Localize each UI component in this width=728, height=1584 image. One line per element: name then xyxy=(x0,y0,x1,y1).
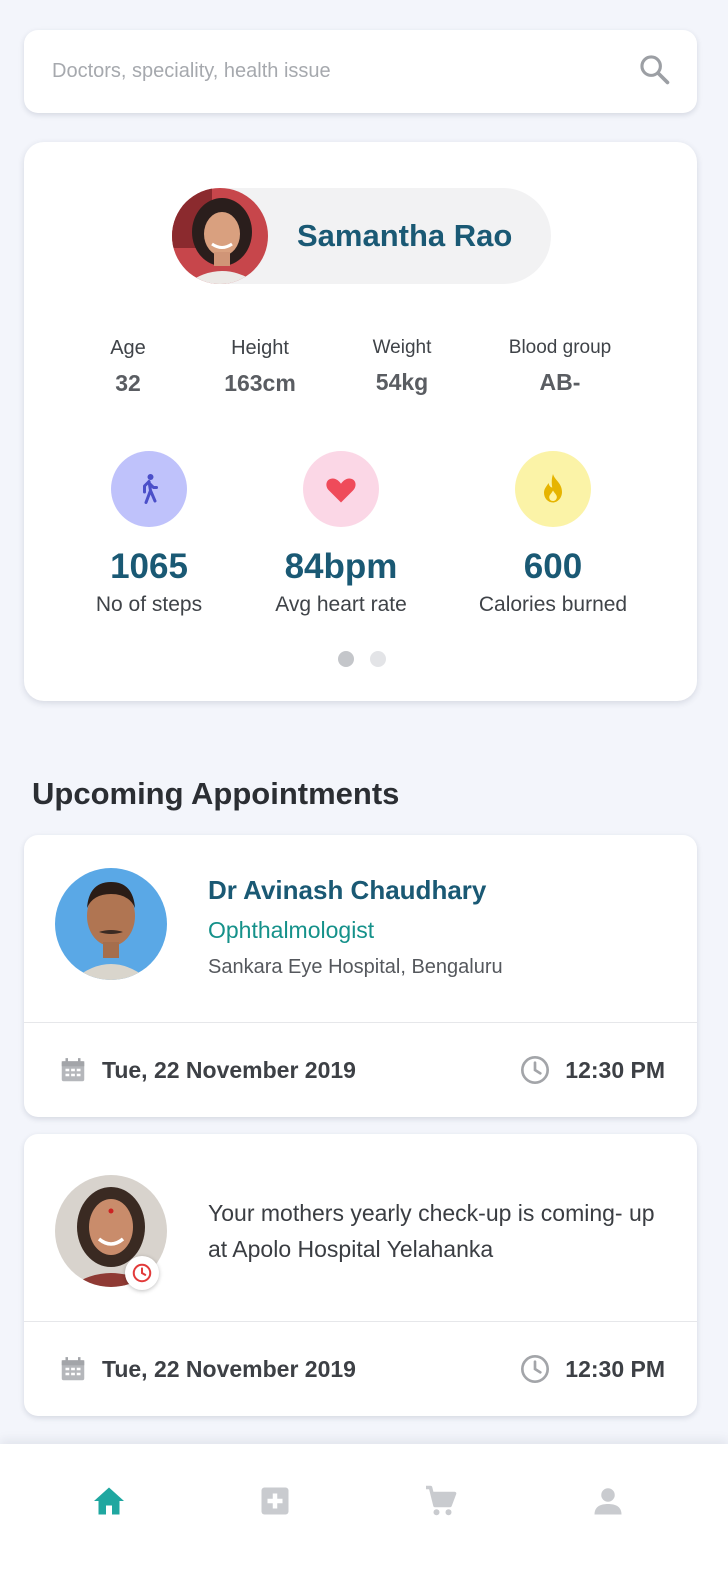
home-icon[interactable] xyxy=(91,1483,127,1519)
profile-name: Samantha Rao xyxy=(297,218,513,253)
doctor-name[interactable]: Dr Avinash Chaudhary xyxy=(208,875,486,906)
date-text: Tue, 22 November 2019 xyxy=(102,1056,356,1083)
nav-medical[interactable] xyxy=(255,1481,295,1521)
metric-value: 600 xyxy=(523,547,583,586)
carousel-dot[interactable] xyxy=(370,651,386,667)
avatar[interactable] xyxy=(172,188,268,284)
reminder-message: Your mothers yearly check-up is coming- … xyxy=(208,1200,655,1262)
doctor-avatar xyxy=(55,868,167,980)
nav-home[interactable] xyxy=(89,1481,129,1521)
stat-value: 163cm xyxy=(224,370,296,396)
stat-age: Age 32 xyxy=(53,337,203,397)
appointment-time: 12:30 PM xyxy=(519,1353,665,1385)
clock-icon xyxy=(521,1056,550,1084)
stat-value: AB- xyxy=(539,369,581,395)
cart-icon[interactable] xyxy=(423,1483,459,1519)
appointment-date: Tue, 22 November 2019 xyxy=(58,1054,356,1086)
metric-steps[interactable]: 1065 No of steps xyxy=(49,451,249,617)
stat-value: 54kg xyxy=(375,369,429,395)
metric-calories[interactable]: 600 Calories burned xyxy=(453,451,653,617)
stat-label: Weight xyxy=(372,337,432,358)
stat-value: 32 xyxy=(115,370,141,396)
calendar-icon xyxy=(61,1058,85,1082)
appointment-date: Tue, 22 November 2019 xyxy=(58,1353,356,1385)
profile-stats: Age 32 Height 163cm Weight 54kg Blood gr… xyxy=(24,337,697,407)
time-text: 12:30 PM xyxy=(565,1355,665,1382)
flame-icon xyxy=(515,451,591,527)
profile-pill[interactable]: Samantha Rao xyxy=(172,188,551,284)
carousel-dot-active[interactable] xyxy=(338,651,354,667)
heart-icon xyxy=(303,451,379,527)
metric-label: Avg heart rate xyxy=(275,593,407,616)
date-text: Tue, 22 November 2019 xyxy=(102,1355,356,1382)
metric-heart-rate[interactable]: 84bpm Avg heart rate xyxy=(241,451,441,617)
search-input[interactable]: Doctors, speciality, health issue xyxy=(52,60,331,83)
medical-plus-icon[interactable] xyxy=(257,1483,293,1519)
health-metrics: 1065 No of steps 84bpm Avg heart rate 60… xyxy=(24,451,697,621)
section-title: Upcoming Appointments xyxy=(32,776,400,811)
stat-label: Blood group xyxy=(508,337,612,358)
nav-cart[interactable] xyxy=(421,1481,461,1521)
time-text: 12:30 PM xyxy=(565,1056,665,1083)
hospital-name: Sankara Eye Hospital, Bengaluru xyxy=(208,956,503,978)
appointment-time: 12:30 PM xyxy=(519,1054,665,1086)
reminder-clock-icon xyxy=(125,1256,159,1290)
appointment-card[interactable]: Your mothers yearly check-up is coming- … xyxy=(24,1134,697,1416)
metric-label: Calories burned xyxy=(478,593,628,616)
appointment-card[interactable]: Dr Avinash Chaudhary Ophthalmologist San… xyxy=(24,835,697,1117)
person-icon[interactable] xyxy=(590,1483,626,1519)
metric-value: 1065 xyxy=(110,547,188,586)
profile-card: Samantha Rao Age 32 Height 163cm Weight … xyxy=(24,142,697,701)
bottom-navigation xyxy=(0,1444,728,1584)
clock-icon xyxy=(521,1355,550,1383)
stat-weight: Weight 54kg xyxy=(327,337,477,396)
nav-profile[interactable] xyxy=(588,1481,628,1521)
stat-label: Age xyxy=(110,337,146,359)
stat-label: Height xyxy=(231,337,289,359)
carousel-indicator[interactable] xyxy=(338,651,386,667)
stat-height: Height 163cm xyxy=(185,337,335,397)
metric-value: 84bpm xyxy=(284,547,398,586)
search-icon[interactable] xyxy=(637,52,671,91)
search-bar[interactable]: Doctors, speciality, health issue xyxy=(24,30,697,113)
walking-icon xyxy=(111,451,187,527)
metric-label: No of steps xyxy=(95,593,203,616)
stat-blood-group: Blood group AB- xyxy=(485,337,635,396)
calendar-icon xyxy=(61,1357,85,1381)
doctor-speciality: Ophthalmologist xyxy=(208,917,375,943)
